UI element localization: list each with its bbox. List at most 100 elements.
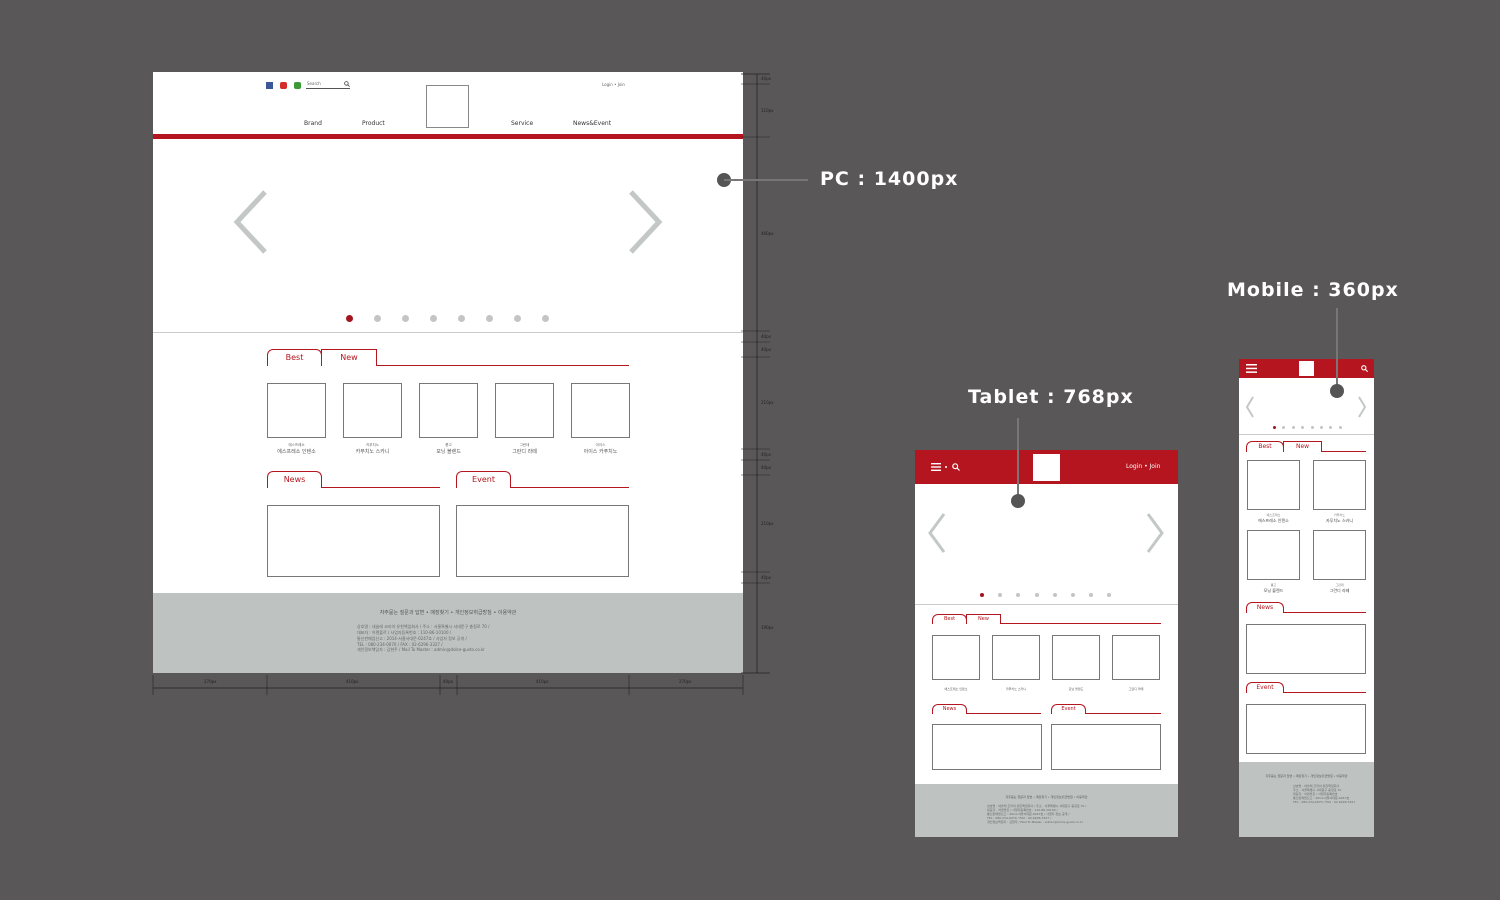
pc-vdim: 40px [761,346,771,352]
mobile-slider-dot[interactable] [1338,426,1342,429]
tablet-slider-dot[interactable] [980,593,984,597]
mobile-header [1239,359,1374,378]
pc-vdim: 40px [761,333,771,339]
mobile-slider-dot[interactable] [1320,426,1323,429]
mobile-footer-links[interactable]: 자주묻는 질문과 답변 • 매장찾기 • 개인정보취급방침 • 이용약관 [1239,774,1374,778]
mobile-tab-line [1322,451,1366,452]
tablet-product-name: 모닝 블렌드 [1068,687,1084,691]
menu-icon[interactable] [1246,364,1257,373]
tablet-callout-line [1011,418,1025,508]
pc-hdim: 40px [443,679,453,684]
mobile-product-name: 모닝 블렌드 [1263,588,1284,593]
tablet-slider-divider [915,604,1178,605]
pc-callout-line [717,173,808,187]
tablet-slider-dot[interactable] [1071,593,1075,597]
mobile-slider-dot[interactable] [1273,426,1276,429]
mobile-product-sub: 에스프레소 [1266,513,1281,517]
mobile-slider-dot[interactable] [1301,426,1305,429]
mobile-tab-best[interactable]: Best [1246,441,1284,452]
mobile-product-name: 카푸치노 스카니 [1325,518,1354,523]
tablet-slider-dot[interactable] [1107,593,1112,597]
tablet-label: Tablet : 768px [968,386,1134,408]
mobile-callout-line [1330,308,1344,398]
tablet-slider-dot[interactable] [1089,593,1094,597]
tablet-product-card[interactable] [1112,635,1160,680]
mobile-footer: 자주묻는 질문과 답변 • 매장찾기 • 개인정보취급방침 • 이용약관 상호명… [1239,762,1374,837]
tablet-event-box[interactable] [1051,724,1161,770]
tablet-header: Login • Join [915,450,1178,484]
mobile-mockup: Best New News Event 자주묻는 질문과 답변 • 매장찾기 •… [1239,359,1374,837]
mobile-tab-new[interactable]: New [1283,441,1322,452]
tablet-slider-dot[interactable] [1034,593,1039,597]
mobile-label: Mobile : 360px [1227,279,1399,301]
tablet-product-card[interactable] [992,635,1040,680]
tablet-footer: 자주묻는 질문과 답변 • 매장찾기 • 개인정보취급방침 • 이용약관 상호명… [915,784,1178,837]
tablet-product-card[interactable] [932,635,980,680]
tablet-tab-line [1001,623,1161,624]
tablet-tab-new[interactable]: New [966,614,1001,624]
tablet-slider-dot[interactable] [1052,593,1057,597]
mobile-slider-dot[interactable] [1282,426,1286,429]
tablet-product-name: 그란디 라떼 [1128,687,1144,691]
tablet-news-box[interactable] [932,724,1042,770]
chevron-left-icon[interactable] [1245,396,1255,418]
chevron-left-icon[interactable] [927,512,947,554]
pc-vdim: 40px [761,464,771,470]
pc-vdim: 190px [761,625,774,630]
tablet-slider-dot[interactable] [998,593,1003,597]
mobile-product-card[interactable] [1247,530,1300,580]
tablet-tab-best[interactable]: Best [932,614,967,624]
mobile-product-sub: 카푸치노 [1333,513,1346,517]
pc-vdim: 210px [761,520,774,526]
mobile-event-box[interactable] [1246,704,1366,754]
tablet-login-join[interactable]: Login • Join [1126,463,1160,470]
mobile-news-box[interactable] [1246,624,1366,674]
pc-vdim: 460px [761,231,774,236]
tablet-news-line [967,713,1041,714]
pc-dimension-lines [152,73,770,695]
tablet-header-separator [945,466,947,468]
tablet-logo[interactable] [1033,454,1060,481]
tablet-footer-links[interactable]: 자주묻는 질문과 답변 • 매장찾기 • 개인정보취급방침 • 이용약관 [915,795,1178,799]
mobile-product-sub: 그란데 [1335,583,1344,587]
mobile-product-name: 에스프레소 인텐소 [1258,518,1289,523]
chevron-right-icon[interactable] [1145,512,1165,554]
search-icon[interactable] [1361,365,1368,372]
mobile-footer-info: 상호명 : 네슬레 코리아 유한책임회사 주소 : 서울특별시 서대문구 충정로… [1293,784,1355,804]
pc-hdim: 270px [679,679,692,684]
mobile-news-line [1284,612,1366,613]
menu-icon[interactable] [931,463,941,471]
pc-vdim: 40px [761,76,771,81]
tablet-footer-info: 상호명 : 네슬레 코리아 유한책임회사 / 주소 : 서울특별시 서대문구 충… [987,804,1086,824]
tablet-footer-info-line: 개인정보책임자 : 김현주 / Mail To Master : admin@d… [987,820,1083,824]
mobile-product-card[interactable] [1313,530,1366,580]
mobile-slider-dot[interactable] [1291,426,1295,429]
tablet-tab-event[interactable]: Event [1051,704,1086,714]
tablet-product-name: 카푸치노 스카니 [1005,687,1027,691]
tablet-product-card[interactable] [1052,635,1100,680]
mobile-logo[interactable] [1299,361,1314,376]
mobile-slider-dot[interactable] [1329,426,1333,429]
mobile-tab-news[interactable]: News [1246,602,1284,613]
pc-label: PC : 1400px [820,168,959,190]
pc-vdim: 210px [761,400,774,405]
mobile-product-name: 그란디 라떼 [1329,588,1350,593]
mobile-footer-info-line: TEL : 080-234-0070 / FAX : 02-6296-3327 [1293,800,1356,804]
mobile-slider-dot[interactable] [1310,426,1314,429]
pc-hdim: 270px [204,679,217,684]
tablet-product-name: 에스프레소 인텐소 [944,687,968,691]
pc-hdim: 410px [346,679,359,684]
mobile-product-card[interactable] [1313,460,1366,510]
mobile-event-line [1284,692,1366,693]
chevron-right-icon[interactable] [1357,396,1367,418]
pc-hdim: 410px [536,679,549,684]
mobile-slider-divider [1239,434,1374,435]
mobile-product-sub: 룽고 [1270,583,1277,587]
search-icon[interactable] [952,463,960,471]
mobile-tab-event[interactable]: Event [1246,682,1284,693]
mobile-product-card[interactable] [1247,460,1300,510]
tablet-event-line [1086,713,1161,714]
tablet-tab-news[interactable]: News [932,704,967,714]
pc-vdim: 40px [761,574,771,580]
tablet-slider-dot[interactable] [1016,593,1021,597]
